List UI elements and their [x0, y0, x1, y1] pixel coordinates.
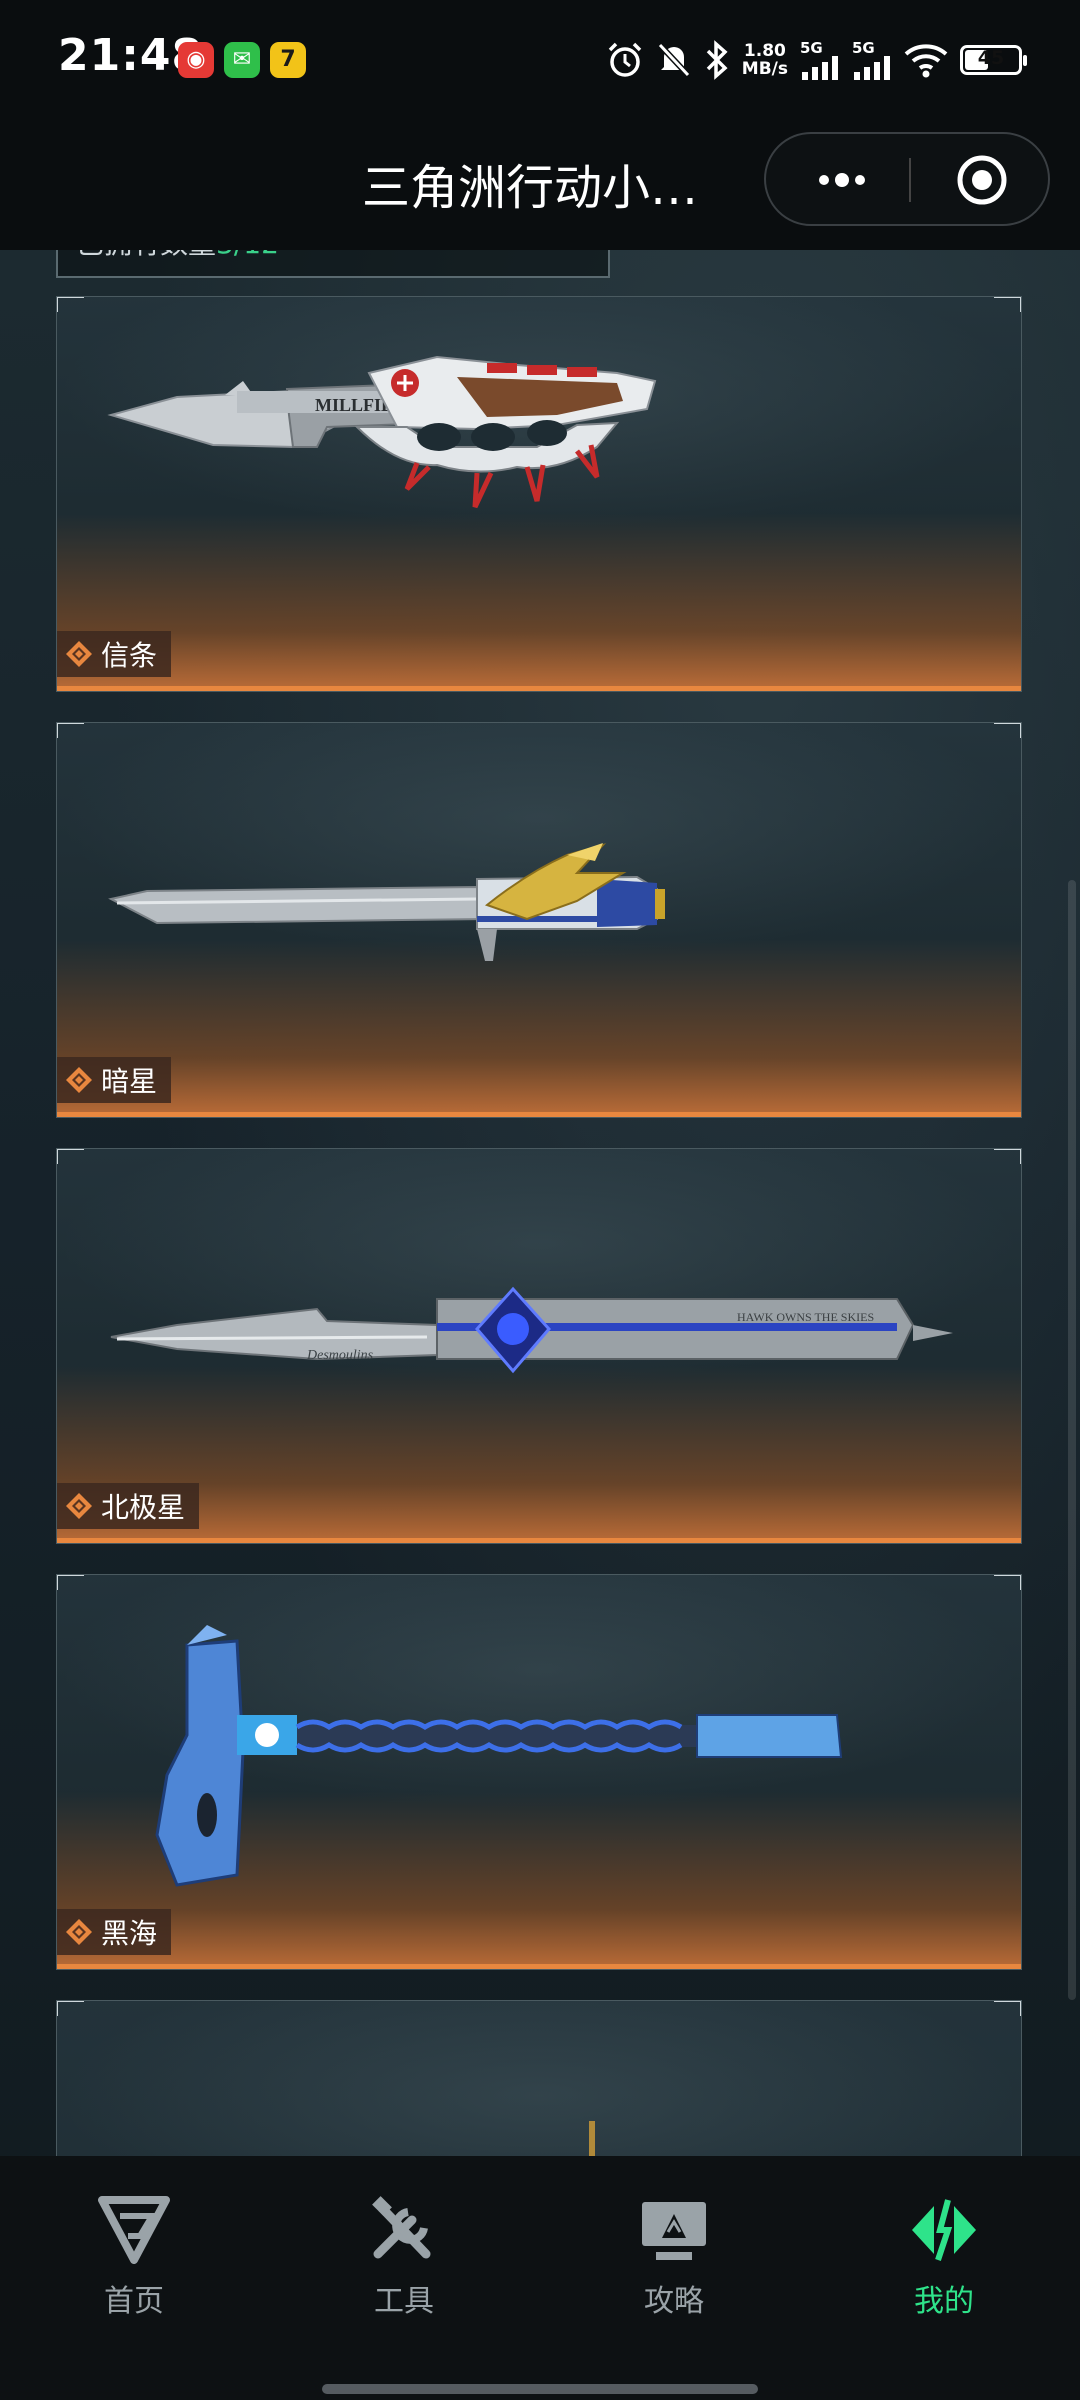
- weapon-card[interactable]: [56, 2000, 1022, 2156]
- tab-home[interactable]: 首页: [44, 2196, 224, 2346]
- mini-program-capsule: [764, 132, 1050, 226]
- tab-profile-label: 我的: [914, 2284, 974, 2319]
- weapon-card[interactable]: Desmoulins HAWK OWNS THE SKIES 北极星: [56, 1148, 1022, 1544]
- svg-text:HAWK OWNS THE SKIES: HAWK OWNS THE SKIES: [737, 1310, 874, 1324]
- tab-tools[interactable]: 工具: [314, 2196, 494, 2346]
- card-corner: [57, 1149, 84, 1164]
- rarity-diamond-icon: [66, 641, 92, 667]
- signal-icon: [854, 56, 890, 80]
- alarm-icon: [608, 42, 642, 77]
- tab-home-label: 首页: [104, 2284, 164, 2319]
- weapon-name-tag: 黑海: [57, 1909, 172, 1955]
- scrollbar[interactable]: [1068, 880, 1076, 2000]
- weapon-name-tag: 信条: [57, 631, 172, 677]
- bottom-tab-bar: 首页 工具 攻略 我的: [0, 2156, 1080, 2400]
- network-speed: 1.80 MB/s: [742, 42, 788, 78]
- card-corner: [994, 1575, 1021, 1590]
- card-corner: [57, 723, 84, 738]
- owned-count-label: 已拥有数量: [76, 250, 216, 260]
- tools-icon: [372, 2196, 431, 2259]
- card-corner: [994, 2001, 1021, 2016]
- tab-profile[interactable]: 我的: [854, 2196, 1034, 2346]
- card-rarity-line: [57, 686, 1021, 691]
- collection-list[interactable]: 已拥有数量3/12 MILLFIELD: [0, 250, 1080, 2156]
- wifi-icon: [904, 44, 948, 78]
- signal-1: 5G: [800, 40, 840, 80]
- card-corner: [57, 2001, 84, 2016]
- more-button[interactable]: [802, 154, 882, 206]
- mute-icon: [657, 42, 690, 78]
- profile-logo-icon: [912, 2199, 976, 2261]
- status-bar: 21:48 ◉ ✉ 7 1.80 MB/s 5G 5G 45: [0, 0, 1080, 120]
- weapon-image: Desmoulins HAWK OWNS THE SKIES: [110, 1286, 953, 1374]
- tab-tools-label: 工具: [374, 2284, 434, 2319]
- owned-count-text: 已拥有数量3/12: [76, 250, 279, 262]
- home-indicator[interactable]: [322, 2384, 758, 2394]
- network-speed-value: 1.80: [743, 41, 786, 61]
- more-dots-icon: [819, 173, 865, 187]
- weapon-image: [108, 843, 665, 961]
- bluetooth-icon: [706, 40, 728, 80]
- app-screen: 21:48 ◉ ✉ 7 1.80 MB/s 5G 5G 45 三角洲行动小… M…: [0, 0, 1080, 2400]
- svg-text:Desmoulins: Desmoulins: [306, 1348, 374, 1363]
- rarity-diamond-icon: [66, 1493, 92, 1519]
- weapon-name-tag: 暗星: [57, 1057, 172, 1103]
- weapon-name-tag: 北极星: [57, 1483, 200, 1529]
- target-close-icon: [957, 155, 1007, 205]
- signal-2: 5G: [852, 40, 892, 80]
- owned-count-value: 3/12: [216, 250, 279, 260]
- weapon-card[interactable]: 暗星: [56, 722, 1022, 1118]
- close-button[interactable]: [942, 154, 1022, 206]
- battery-level: 45: [977, 47, 1005, 69]
- card-corner: [994, 1149, 1021, 1164]
- card-corner: [57, 297, 84, 312]
- card-rarity-line: [57, 1964, 1021, 1969]
- weapon-name: 信条: [101, 639, 158, 672]
- owned-count-bar: 已拥有数量3/12: [56, 250, 610, 278]
- weapon-name: 北极星: [101, 1491, 186, 1524]
- app-notification-icon: 7: [270, 42, 306, 78]
- weapon-name: 黑海: [101, 1917, 158, 1950]
- rarity-diamond-icon: [66, 1067, 92, 1093]
- home-logo-icon: [98, 2196, 170, 2264]
- signal-icon: [802, 56, 838, 80]
- card-corner: [994, 297, 1021, 312]
- signal-1-label: 5G: [800, 39, 823, 57]
- weapon-image: [589, 2121, 595, 2156]
- card-rarity-line: [57, 1112, 1021, 1117]
- weapon-card[interactable]: 黑海: [56, 1574, 1022, 1970]
- tab-guide-label: 攻略: [644, 2284, 704, 2319]
- signal-2-label: 5G: [852, 39, 875, 57]
- weapon-name: 暗星: [101, 1065, 158, 1098]
- card-corner: [57, 1575, 84, 1590]
- page-title: 三角洲行动小…: [362, 160, 699, 216]
- weapon-card[interactable]: MILLFIELD 信条: [56, 296, 1022, 692]
- weapon-image: [155, 1625, 843, 1887]
- card-rarity-line: [57, 1538, 1021, 1543]
- weapon-image: MILLFIELD: [107, 355, 657, 509]
- app-notification-icon: ◉: [178, 42, 214, 78]
- tab-guide[interactable]: 攻略: [584, 2196, 764, 2346]
- status-icons: 1.80 MB/s 5G 5G 45: [606, 34, 1027, 86]
- card-corner: [994, 723, 1021, 738]
- capsule-divider: [909, 158, 911, 202]
- guide-monitor-icon: [642, 2202, 706, 2260]
- wechat-icon: ✉: [224, 42, 260, 78]
- battery-icon: 45: [960, 45, 1027, 75]
- network-speed-unit: MB/s: [741, 59, 788, 79]
- rarity-diamond-icon: [66, 1919, 92, 1945]
